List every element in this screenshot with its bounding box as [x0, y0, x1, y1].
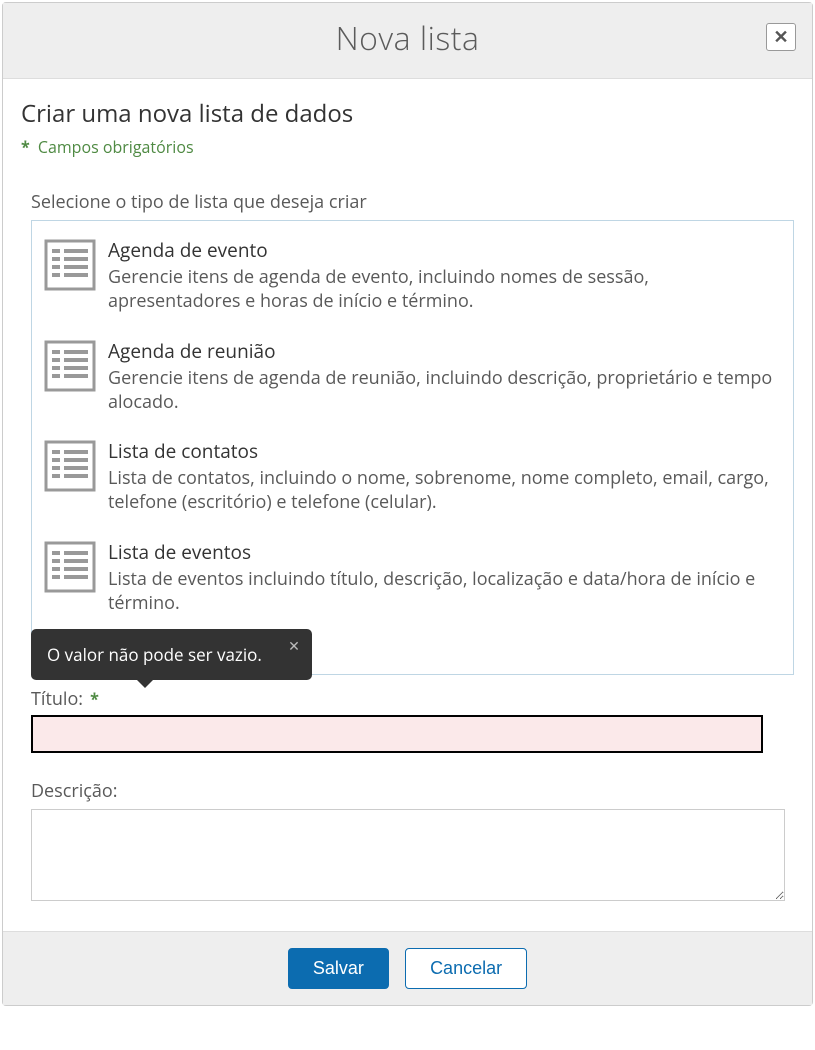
list-type-title: Agenda de reunião [108, 338, 781, 364]
new-list-dialog: Nova lista ✕ Criar uma nova lista de dad… [2, 2, 813, 1006]
validation-tooltip: O valor não pode ser vazio. ✕ [31, 629, 312, 680]
save-button[interactable]: Salvar [288, 948, 389, 989]
datalist-icon [44, 541, 96, 593]
description-label: Descrição: [31, 779, 794, 803]
dialog-subtitle: Criar uma nova lista de dados [21, 97, 794, 130]
description-field-group: Descrição: [31, 779, 794, 901]
dialog-header: Nova lista ✕ [3, 3, 812, 79]
title-label: Título: [31, 687, 83, 711]
title-input[interactable] [31, 715, 763, 753]
list-type-title: Lista de eventos [108, 539, 781, 565]
list-type-label: Selecione o tipo de lista que deseja cri… [31, 190, 794, 214]
cancel-button[interactable]: Cancelar [405, 948, 527, 989]
title-field-group: O valor não pode ser vazio. ✕ Título: * [31, 687, 794, 753]
tooltip-arrow-icon [136, 679, 154, 688]
tooltip-close-button[interactable]: ✕ [288, 637, 300, 656]
required-fields-note: * Campos obrigatórios [21, 136, 794, 158]
tooltip-message: O valor não pode ser vazio. [47, 643, 262, 666]
datalist-icon [44, 440, 96, 492]
asterisk-icon: * [21, 136, 30, 158]
list-type-selector[interactable]: Agenda de evento Gerencie itens de agend… [31, 220, 794, 675]
list-type-title: Lista de contatos [108, 438, 781, 464]
dialog-title: Nova lista [23, 17, 792, 60]
list-type-desc: Gerencie itens de agenda de reunião, inc… [108, 366, 781, 415]
list-type-option[interactable]: Lista de contatos Lista de contatos, inc… [40, 432, 785, 533]
description-textarea[interactable] [31, 809, 785, 901]
datalist-icon [44, 239, 96, 291]
close-icon: ✕ [773, 25, 788, 49]
datalist-icon [44, 340, 96, 392]
asterisk-icon: * [90, 688, 99, 710]
dialog-footer: Salvar Cancelar [3, 931, 812, 1005]
list-type-desc: Lista de contatos, incluindo o nome, sob… [108, 466, 781, 515]
list-type-desc: Gerencie itens de agenda de evento, incl… [108, 265, 781, 314]
list-type-option[interactable]: Agenda de reunião Gerencie itens de agen… [40, 332, 785, 433]
list-type-option[interactable]: Lista de eventos Lista de eventos inclui… [40, 533, 785, 634]
required-note-text: Campos obrigatórios [38, 136, 194, 158]
list-type-desc: Lista de eventos incluindo título, descr… [108, 567, 781, 616]
close-button[interactable]: ✕ [766, 23, 796, 51]
list-type-title: Agenda de evento [108, 237, 781, 263]
dialog-body: Criar uma nova lista de dados * Campos o… [3, 79, 812, 931]
list-type-option[interactable]: Agenda de evento Gerencie itens de agend… [40, 231, 785, 332]
